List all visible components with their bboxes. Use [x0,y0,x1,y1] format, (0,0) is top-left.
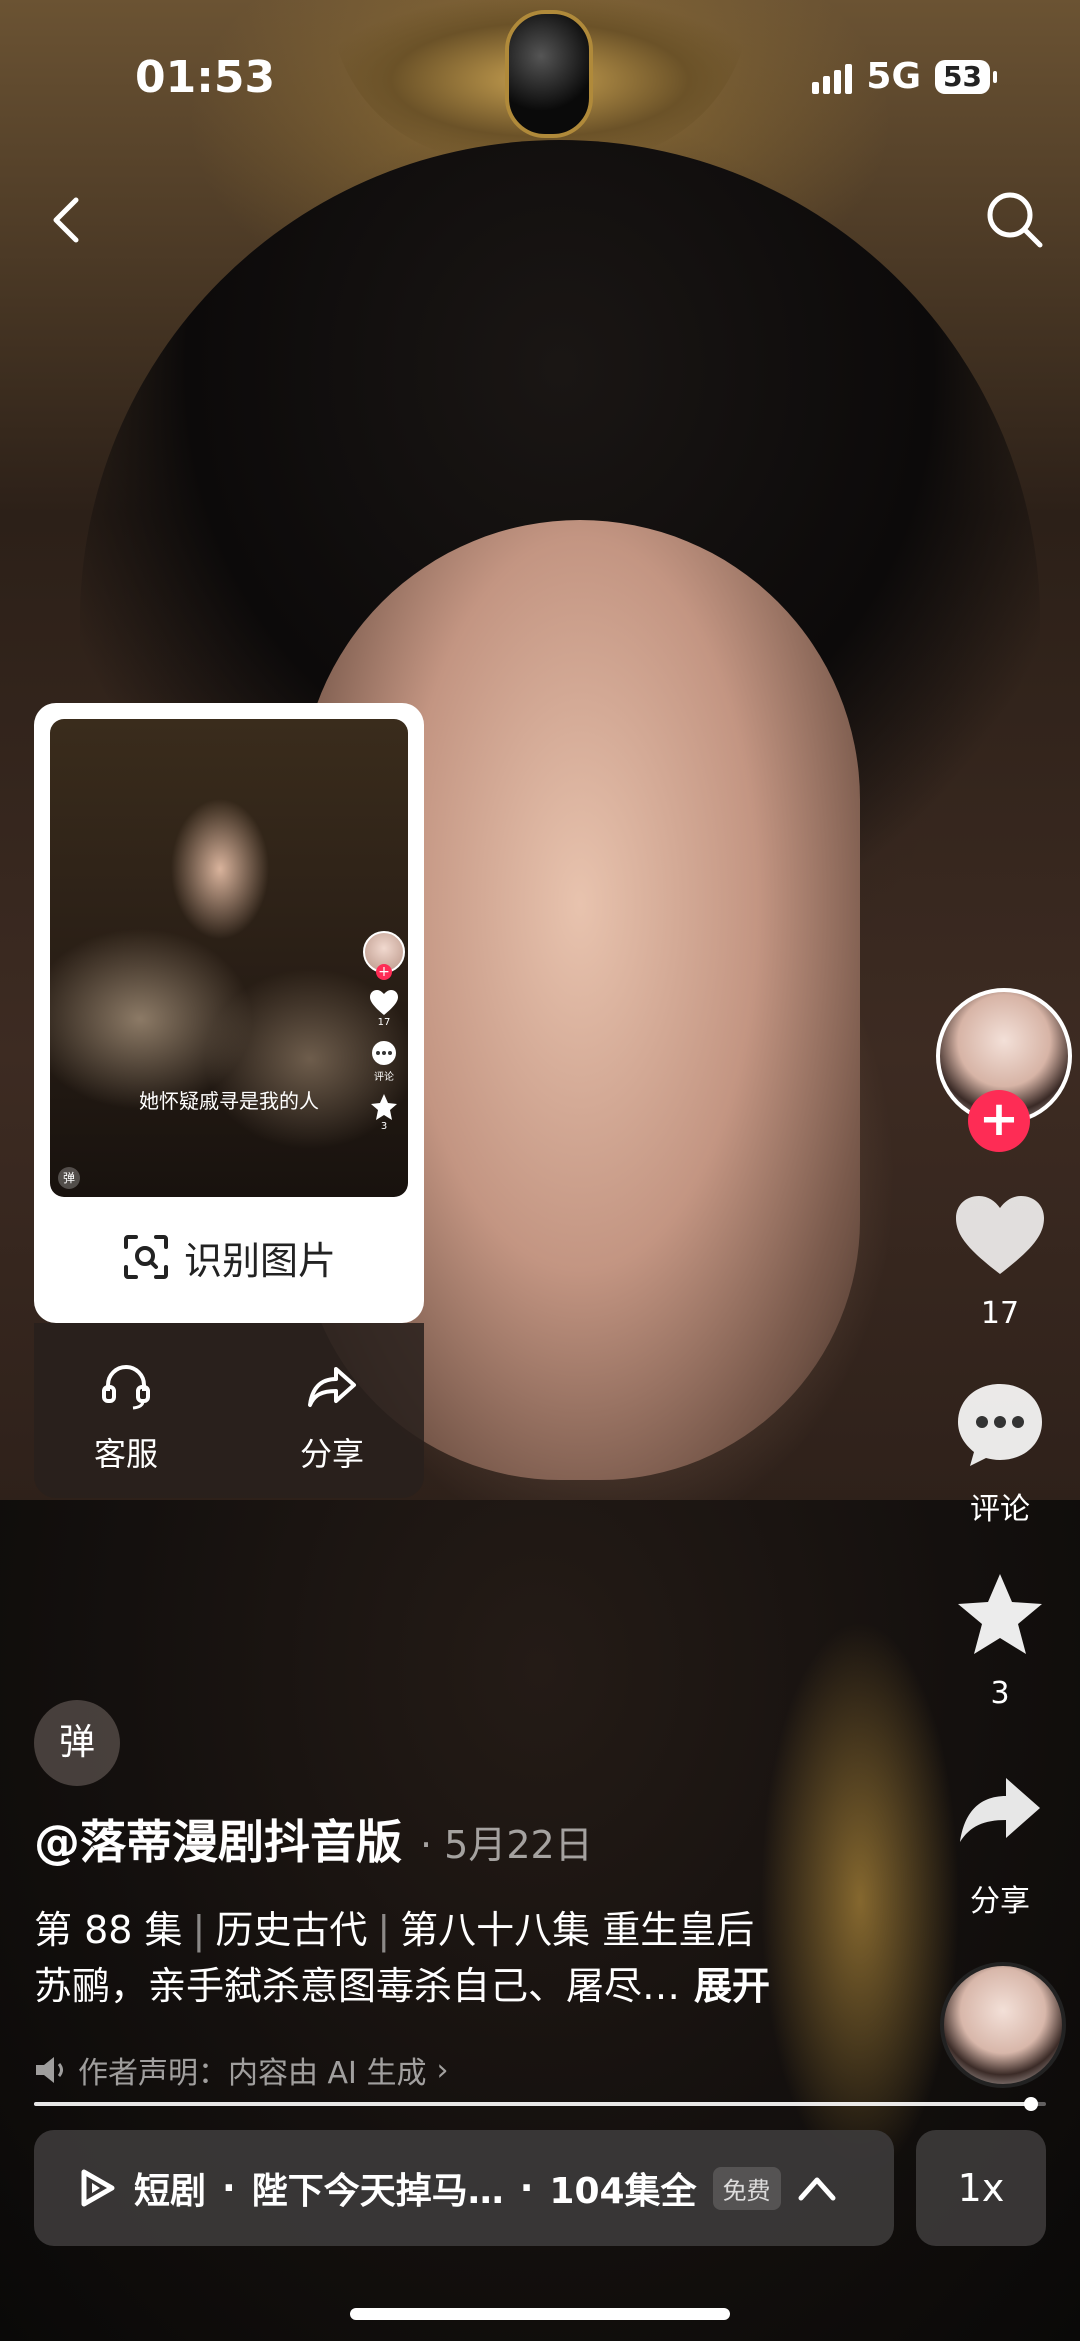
customer-service-label: 客服 [93,1435,158,1473]
follow-plus-button[interactable]: + [968,1090,1030,1152]
home-indicator[interactable] [350,2308,730,2320]
series-title: 陛下今天掉马… [251,2171,504,2212]
series-separator: · [222,2167,236,2209]
battery-icon: 53 [935,59,997,94]
recognize-image-label: 识别图片 [183,1238,336,1283]
author-name[interactable]: @落蒂漫剧抖音版 [34,1806,402,1872]
back-button[interactable] [38,190,98,250]
chevron-right-icon: › [436,2052,449,2088]
scan-icon [123,1235,168,1279]
description-text: 苏鹂，亲手弑杀意图毒杀自己、屠尽… [34,1964,681,2008]
popup-thumbnail[interactable]: + 17 评论 3 她怀疑戚寻是我的人 弹 [50,719,408,1197]
tag-separator: | [192,1908,206,1952]
star-icon [958,1574,1042,1654]
music-disc-avatar[interactable] [940,1962,1066,2088]
ai-disclaimer[interactable]: 作者声明：内容由 AI 生成 › [34,2048,448,2092]
favorite-count: 3 [990,1676,1010,1711]
author-row: @落蒂漫剧抖音版 · 5月22日 [34,1806,593,1872]
episodes-separator: · [519,2167,534,2209]
expand-button[interactable]: 展开 [694,1964,770,2008]
search-icon [987,192,1043,248]
series-prefix: 短剧 [134,2171,207,2212]
status-indicators: 5G 53 [812,56,997,97]
chevron-up-icon[interactable] [797,2174,837,2202]
description-line-1: 第 88 集 | 历史古代 | 第八十八集 重生皇后 [34,1902,854,1958]
comment-label: 评论 [970,1492,1030,1527]
danmaku-toggle[interactable]: 弹 [34,1700,120,1786]
ai-disclaimer-text: 作者声明：内容由 AI 生成 [78,2056,427,2091]
thumbnail-plus-icon: + [376,964,392,980]
thumbnail-avatar: + [363,931,405,980]
like-button[interactable] [950,1194,1050,1282]
video-progress-bar[interactable] [34,2097,1046,2111]
popup-share-label: 分享 [299,1435,364,1473]
video-crown-gem [505,10,593,138]
episode-count: 104集全 [549,2171,697,2212]
description-title: 第八十八集 重生皇后 [400,1908,755,1952]
episode-tag[interactable]: 第 88 集 [34,1908,183,1952]
search-button[interactable] [980,185,1050,255]
description-line-2: 苏鹂，亲手弑杀意图毒杀自己、屠尽… 展开 [34,1958,854,2014]
thumbnail-heart-icon [370,990,398,1015]
thumbnail-comment-label: 评论 [374,1072,394,1083]
status-time: 01:53 [135,52,276,103]
share-arrow-icon [308,1367,356,1407]
tag-separator: | [377,1908,391,1952]
speaker-icon [36,2057,63,2083]
headset-icon [102,1365,150,1410]
recognize-image-button[interactable]: 识别图片 [34,1217,424,1297]
progress-handle[interactable] [1023,2097,1038,2111]
chevron-left-icon [53,197,79,243]
share-button[interactable] [950,1774,1050,1850]
series-bar[interactable]: 短剧 · 陛下今天掉马… · 104集全 免费 [34,2130,894,2246]
share-icon [960,1778,1040,1842]
customer-service-button[interactable]: 客服 [56,1363,196,1475]
thumbnail-caption: 她怀疑戚寻是我的人 [139,1089,319,1113]
network-type: 5G [866,56,922,97]
popup-share-button[interactable]: 分享 [262,1363,402,1475]
free-badge: 免费 [712,2166,781,2210]
thumbnail-like-count: 17 [377,1017,391,1028]
post-date: · 5月22日 [420,1823,593,1867]
comment-button[interactable] [950,1380,1050,1474]
video-description[interactable]: 第 88 集 | 历史古代 | 第八十八集 重生皇后 苏鹂，亲手弑杀意图毒杀自己、屠尽…… [34,1902,854,2014]
comment-icon [958,1384,1042,1466]
thumbnail-comment-icon [372,1041,396,1065]
popup-actions: 客服 分享 [34,1323,424,1498]
playback-speed-button[interactable]: 1x [916,2130,1046,2246]
favorite-button[interactable] [950,1572,1050,1662]
progress-fill [34,2102,1031,2106]
heart-icon [956,1196,1044,1274]
share-popup-card: + 17 评论 3 她怀疑戚寻是我的人 弹 识别图片 [34,703,424,1323]
signal-icon [812,60,853,94]
share-label: 分享 [970,1884,1030,1919]
short-drama-icon [81,2169,115,2207]
like-count: 17 [980,1296,1020,1331]
thumbnail-danmaku-icon: 弹 [58,1167,80,1189]
thumbnail-star-count: 3 [380,1121,388,1132]
category-tag[interactable]: 历史古代 [215,1908,367,1952]
